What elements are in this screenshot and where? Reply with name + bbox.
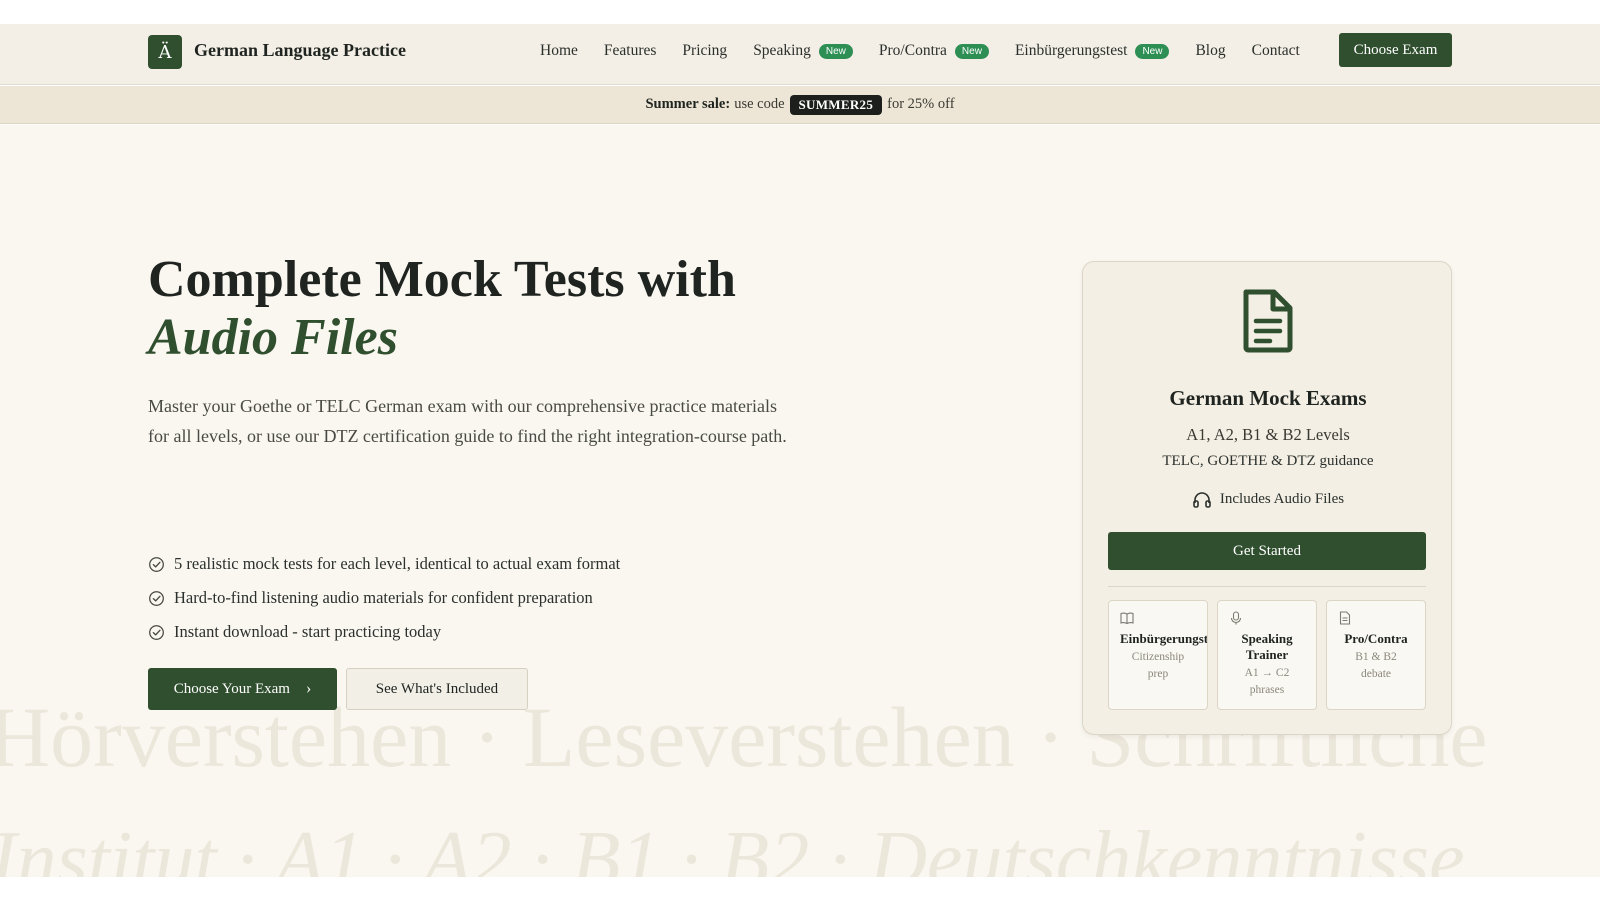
- nav-link-label: Contact: [1251, 42, 1300, 59]
- nav-link-contact[interactable]: Contact: [1252, 42, 1300, 60]
- feature-text: Hard-to-find listening audio materials f…: [174, 588, 593, 607]
- promo-text: for 25% off: [887, 96, 955, 112]
- nav-link-features[interactable]: Features: [604, 42, 657, 60]
- nav-link-label: Blog: [1195, 42, 1226, 59]
- tile-title-line: Speaking: [1241, 631, 1293, 646]
- logo-icon[interactable]: Ä: [148, 35, 182, 69]
- check-circle-icon: [149, 590, 164, 606]
- tile-subtitle: Citizenship: [1131, 651, 1185, 663]
- feature-list: 5 realistic mock tests for each level, i…: [148, 547, 620, 649]
- tile-title-line: Trainer: [1245, 647, 1289, 662]
- nav-link-label: Home: [540, 42, 578, 59]
- check-circle-icon: [149, 556, 164, 572]
- page-bottom-edge: [0, 877, 1600, 900]
- feature-item: Hard-to-find listening audio materials f…: [148, 581, 620, 615]
- check-circle-icon: [149, 624, 164, 640]
- tile-subtitle: B1 & B2: [1355, 651, 1397, 663]
- card-guidance: TELC, GOETHE & DTZ guidance: [1162, 453, 1374, 469]
- nav-link-speaking[interactable]: Speaking New: [753, 42, 853, 60]
- audio-feature: Includes Audio Files: [1083, 490, 1453, 508]
- card-levels: A1, A2, B1 & B2 Levels: [1186, 425, 1350, 444]
- nav-link-label: Einbürgerungstest: [1014, 42, 1128, 59]
- see-whats-included-button[interactable]: See What's Included: [346, 668, 528, 710]
- divider: [1108, 586, 1426, 587]
- nav-link-label: Pricing: [682, 42, 728, 59]
- promo-code-badge: SUMMER25: [789, 94, 883, 115]
- mock-exam-card: German Mock Exams A1, A2, B1 & B2 Levels…: [1082, 261, 1452, 735]
- choose-exam-button[interactable]: Choose Exam: [1339, 33, 1452, 67]
- nav-link-home[interactable]: Home: [540, 42, 578, 60]
- tile-speaking-trainer[interactable]: Speaking Trainer A1 → C2 phrases: [1217, 600, 1317, 710]
- tile-subtitle: prep: [1147, 668, 1169, 680]
- nav-link-pricing[interactable]: Pricing: [682, 42, 727, 60]
- tile-einbuergerungstest[interactable]: Einbürgerungstest Citizenship prep: [1108, 600, 1208, 710]
- new-badge: New: [954, 43, 989, 59]
- get-started-button[interactable]: Get Started: [1108, 532, 1426, 570]
- hero-section: Hörverstehen · Leseverstehen · Schriftli…: [0, 125, 1600, 877]
- nav-link-label: Features: [603, 42, 657, 59]
- tile-title: Einbürgerungstest: [1120, 631, 1208, 646]
- top-navigation: Ä German Language Practice Home Features…: [0, 24, 1600, 85]
- tile-pro-contra[interactable]: Pro/Contra B1 & B2 debate: [1326, 600, 1426, 710]
- document-icon: [1243, 289, 1293, 353]
- new-badge: New: [818, 43, 853, 59]
- feature-item: 5 realistic mock tests for each level, i…: [148, 547, 620, 581]
- promo-lead: Summer sale:: [645, 96, 731, 112]
- hero-title-accent: Audio Files: [148, 309, 398, 366]
- tile-subtitle: A1 → C2: [1244, 667, 1290, 679]
- nav-link-einbuergerungstest[interactable]: Einbürgerungstest New: [1015, 42, 1170, 60]
- tile-title: Pro/Contra: [1344, 631, 1408, 646]
- hero-title: Complete Mock Tests with Audio Files: [148, 251, 736, 367]
- tile-title: Speaking Trainer: [1218, 631, 1316, 663]
- background-watermark-text: Institut · A1 · A2 · B1 · B2 · Deutschke…: [0, 816, 1465, 877]
- card-title: German Mock Exams: [1169, 386, 1367, 410]
- hero-description: Master your Goethe or TELC German exam w…: [148, 396, 787, 446]
- hero-title-line: Complete Mock Tests with: [148, 251, 736, 308]
- audio-feature-label: Includes Audio Files: [1219, 490, 1345, 507]
- feature-text: 5 realistic mock tests for each level, i…: [174, 554, 621, 573]
- promo-text: use code: [734, 96, 785, 112]
- promo-banner: Summer sale: use code SUMMER25 for 25% o…: [0, 86, 1600, 124]
- button-label: Choose Your Exam: [173, 680, 290, 697]
- feature-text: Instant download - start practicing toda…: [174, 622, 442, 641]
- feature-item: Instant download - start practicing toda…: [148, 615, 620, 649]
- headphones-icon: [1193, 492, 1211, 508]
- book-icon: [1120, 612, 1134, 625]
- brand-name[interactable]: German Language Practice: [194, 40, 406, 61]
- nav-link-pro-contra[interactable]: Pro/Contra New: [879, 42, 989, 60]
- nav-links: Home Features Pricing Speaking New Pro/Co…: [540, 41, 1326, 61]
- document-icon: [1339, 611, 1351, 625]
- tile-subtitle: phrases: [1249, 684, 1285, 696]
- chevron-right-icon: ›: [305, 680, 312, 697]
- choose-your-exam-button[interactable]: Choose Your Exam ›: [148, 668, 337, 710]
- microphone-icon: [1230, 611, 1242, 625]
- nav-link-blog[interactable]: Blog: [1195, 42, 1225, 60]
- new-badge: New: [1135, 43, 1170, 59]
- nav-link-label: Pro/Contra: [878, 42, 947, 59]
- tile-subtitle: debate: [1360, 668, 1391, 680]
- nav-link-label: Speaking: [753, 42, 811, 59]
